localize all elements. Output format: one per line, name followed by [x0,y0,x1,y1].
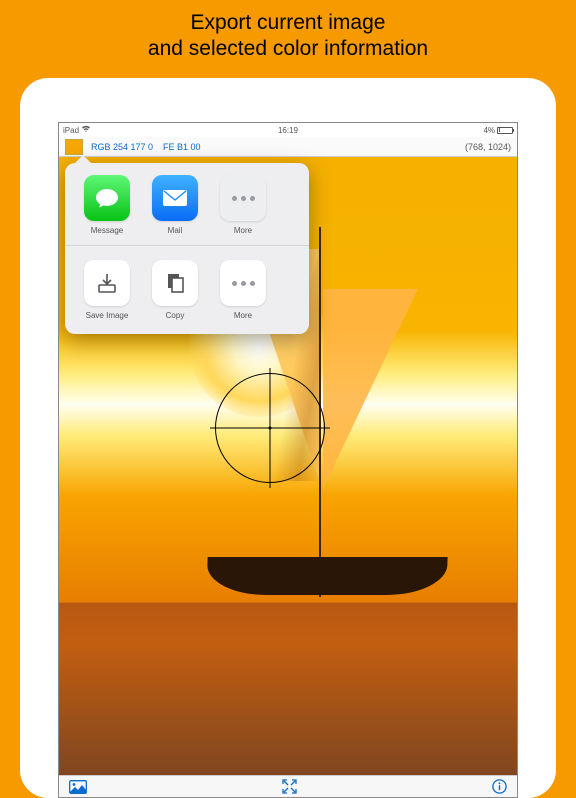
color-picker-crosshair[interactable] [215,373,325,483]
device-frame: iPad 16:19 4% RGB 254 177 0 FE B1 00 (76… [20,78,556,798]
status-carrier: iPad [63,126,79,135]
caption-line-1: Export current image [191,11,386,34]
color-swatch[interactable] [65,139,83,155]
status-bar: iPad 16:19 4% [59,123,517,137]
share-label: Mail [168,226,183,235]
share-row-actions: Save Image Copy More [65,245,309,334]
message-icon [84,175,130,221]
boat-hull [206,557,447,595]
more-icon [220,175,266,221]
share-mail[interactable]: Mail [147,175,203,235]
save-image-icon [84,260,130,306]
copy-icon [152,260,198,306]
color-info-bar: RGB 254 177 0 FE B1 00 (768, 1024) [59,137,517,157]
fullscreen-button[interactable] [282,779,297,794]
share-more-apps[interactable]: More [215,175,271,235]
wifi-icon [81,125,91,135]
photo-library-button[interactable] [69,780,87,794]
more-icon [220,260,266,306]
crosshair-center [269,427,272,430]
caption-line-2: and selected color information [148,37,428,60]
battery-icon [497,127,513,134]
status-battery-pct: 4% [483,126,495,135]
share-save-image[interactable]: Save Image [79,260,135,320]
mail-icon [152,175,198,221]
share-label: Copy [166,311,185,320]
share-message[interactable]: Message [79,175,135,235]
rgb-value: RGB 254 177 0 [91,142,153,152]
status-time: 16:19 [278,126,298,135]
bottom-toolbar [59,775,517,797]
share-copy[interactable]: Copy [147,260,203,320]
jib-sail [323,289,418,489]
promo-caption: Export current image and selected color … [0,0,576,63]
image-dimensions: (768, 1024) [465,142,511,152]
info-button[interactable] [492,779,507,794]
share-row-apps: Message Mail More [65,163,309,245]
share-label: More [234,311,252,320]
share-more-actions[interactable]: More [215,260,271,320]
share-label: More [234,226,252,235]
share-label: Save Image [86,311,129,320]
hex-value: FE B1 00 [163,142,201,152]
screen: iPad 16:19 4% RGB 254 177 0 FE B1 00 (76… [58,122,518,798]
share-label: Message [91,226,123,235]
share-sheet: Message Mail More [65,163,309,334]
